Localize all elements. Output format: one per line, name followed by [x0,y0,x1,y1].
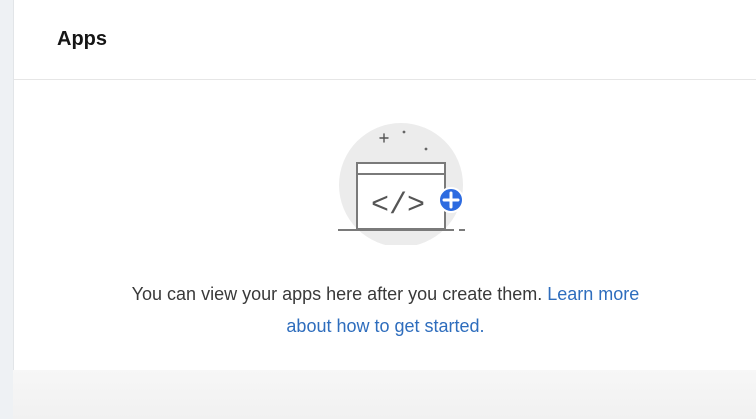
learn-more-link-line1[interactable]: Learn more [547,284,639,304]
empty-state-text: You can view your apps here after you cr… [131,284,543,304]
code-window-add-icon: </> [324,115,474,247]
empty-state-message: You can view your apps here after you cr… [14,278,756,342]
learn-more-link-line2[interactable]: about how to get started. [286,316,484,336]
apps-card: Apps </> You can view your apps here aft… [13,0,756,370]
bottom-area [13,370,756,419]
svg-text:</>: </> [371,189,425,223]
page-title: Apps [57,28,107,50]
card-header: Apps [14,0,756,80]
left-sidebar-strip [0,0,13,419]
